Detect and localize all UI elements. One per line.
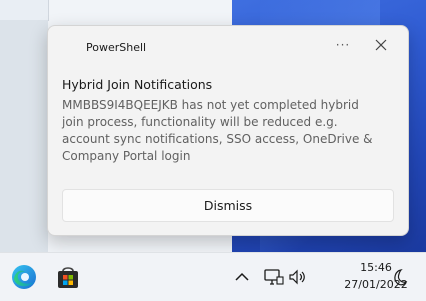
edge-icon[interactable]: [10, 263, 38, 291]
notification-app-name: PowerShell: [86, 41, 147, 54]
focus-moon-icon[interactable]: [387, 267, 409, 289]
background-window-frame: [0, 0, 49, 21]
network-icon[interactable]: [262, 266, 284, 288]
dismiss-button[interactable]: Dismiss: [62, 189, 394, 222]
notification-toast[interactable]: PowerShell ··· Hybrid Join Notifications…: [47, 25, 409, 236]
chevron-up-icon[interactable]: [232, 267, 252, 287]
close-icon[interactable]: [370, 34, 392, 56]
notification-body: MMBBS9I4BQEEJKB has not yet completed hy…: [62, 98, 373, 163]
notification-title: Hybrid Join Notifications: [62, 77, 213, 92]
taskbar: 15:46 27/01/2022: [0, 252, 426, 301]
store-icon[interactable]: [54, 263, 82, 291]
more-options-icon[interactable]: ···: [332, 34, 354, 56]
background-window-sidebar: [0, 20, 48, 252]
volume-icon[interactable]: [287, 266, 309, 288]
